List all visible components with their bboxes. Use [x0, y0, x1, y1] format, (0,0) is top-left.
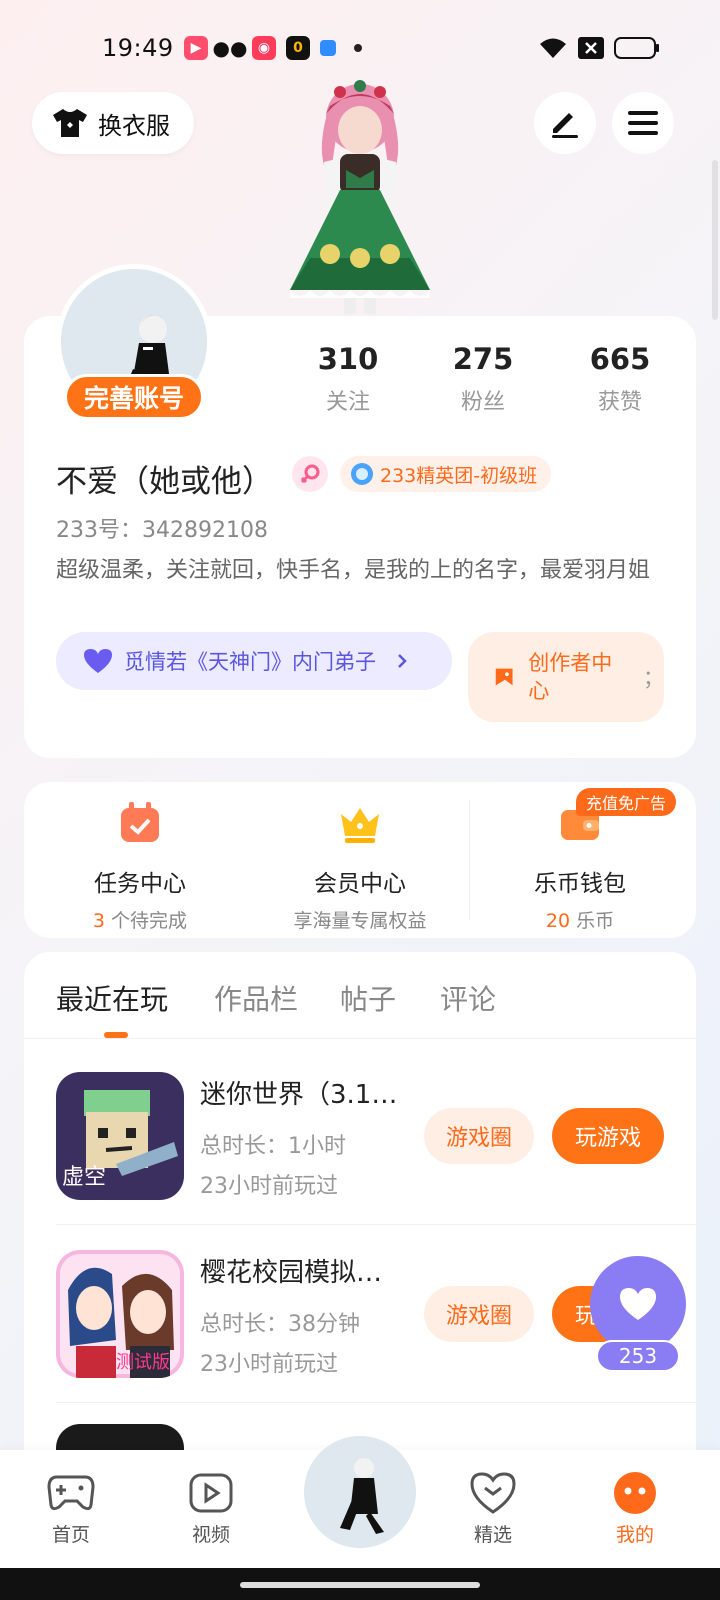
floating-like-button[interactable]	[590, 1256, 686, 1352]
sakura-school-artwork: 测试版	[56, 1250, 184, 1378]
svg-text:测试版: 测试版	[116, 1352, 170, 1373]
nav-video-label: 视频	[191, 1524, 230, 1546]
row-divider	[56, 1224, 696, 1225]
game-last-played: 23小时前玩过	[200, 1352, 338, 1377]
menu-icon	[628, 111, 658, 135]
heart-icon	[620, 1288, 656, 1320]
avatar-figure	[304, 1436, 416, 1548]
edit-button[interactable]	[534, 92, 596, 154]
gender-icon	[292, 456, 328, 492]
notification-icons: ▶ ●● ◉ 0	[184, 36, 362, 60]
followers-label: 粉丝	[460, 390, 505, 415]
game-title: 迷你世界（3.1…	[200, 1080, 398, 1110]
tab-works[interactable]: 作品栏	[214, 978, 298, 1018]
elite-team-badge[interactable]: 233精英团-初级班	[340, 456, 552, 492]
wallet-sub: 20 乐币	[545, 910, 615, 932]
wallet-title: 乐币钱包	[534, 871, 626, 897]
nav-home-label: 首页	[51, 1524, 90, 1546]
floating-like-count: 253	[596, 1340, 680, 1372]
change-outfit-button[interactable]: 换衣服	[32, 92, 194, 154]
user-id: 233号：342892108	[56, 518, 268, 543]
wallet-entry[interactable]: 乐币钱包 20 乐币	[470, 800, 690, 933]
creator-suffix: ；	[643, 666, 664, 690]
stat-following[interactable]: 310 关注	[288, 342, 408, 416]
nav-mine-label: 我的	[615, 1524, 654, 1546]
vip-center-sub: 享海量专属权益	[293, 910, 427, 932]
nav-featured-label: 精选	[473, 1524, 512, 1546]
nav-center-avatar[interactable]	[304, 1436, 416, 1548]
pen-icon	[552, 113, 578, 138]
game-circle-button[interactable]: 游戏圈	[424, 1286, 534, 1342]
elite-badge-label: 233精英团-初级班	[380, 464, 538, 487]
tab-divider	[24, 1038, 696, 1039]
likes-count: 665	[589, 342, 651, 376]
task-center-entry[interactable]: 任务中心 3 个待完成	[30, 800, 250, 933]
game-icon-mini-world[interactable]: 虚空	[56, 1072, 184, 1200]
game-title: 樱花校园模拟…	[200, 1258, 383, 1288]
wechat-icon: ●●	[212, 36, 248, 60]
vip-center-title: 会员中心	[314, 871, 406, 897]
tab-posts[interactable]: 帖子	[340, 978, 396, 1018]
video-icon	[189, 1473, 233, 1513]
row-divider	[56, 1402, 696, 1403]
nav-featured[interactable]: 精选	[448, 1470, 538, 1547]
crown-icon	[341, 808, 379, 843]
vip-center-entry[interactable]: 会员中心 享海量专属权益	[250, 800, 470, 933]
creator-gamepad-icon	[495, 668, 513, 686]
task-center-title: 任务中心	[94, 871, 186, 897]
shop-app-icon: ◉	[252, 36, 276, 60]
game-icon-sakura-school[interactable]: 测试版	[56, 1250, 184, 1378]
chevron-right-icon	[398, 654, 407, 668]
face-icon	[614, 1472, 656, 1514]
nav-video[interactable]: 视频	[166, 1470, 256, 1547]
mini-world-artwork: 虚空	[56, 1072, 184, 1200]
creator-center-label: 创作者中心	[528, 651, 613, 703]
stat-likes[interactable]: 665 获赞	[560, 342, 680, 416]
recharge-ad-free-tag[interactable]: 充值免广告	[576, 788, 677, 816]
status-time: 19:49	[102, 34, 174, 62]
sect-label: 觅情若《天神门》内门弟子	[124, 650, 376, 674]
home-indicator[interactable]	[240, 1582, 480, 1588]
tab-recently-played[interactable]: 最近在玩	[56, 978, 168, 1018]
complete-account-button[interactable]: 完善账号	[64, 374, 204, 420]
nav-mine[interactable]: 我的	[590, 1470, 680, 1547]
game-last-played: 23小时前玩过	[200, 1174, 338, 1199]
followers-count: 275	[452, 342, 514, 376]
svg-text:虚空: 虚空	[62, 1165, 106, 1190]
menu-button[interactable]	[612, 92, 674, 154]
bio: 超级温柔，关注就回，快手名，是我的上的名字，最爱羽月姐	[56, 558, 651, 583]
tshirt-icon	[53, 109, 87, 137]
gamepad-icon	[47, 1475, 95, 1511]
game-duration: 总时长：38分钟	[200, 1312, 360, 1337]
task-center-sub: 3 个待完成	[92, 910, 188, 932]
heart-box-icon	[470, 1472, 516, 1514]
change-outfit-label: 换衣服	[98, 111, 170, 140]
game-duration: 总时长：1小时	[200, 1134, 346, 1159]
system-icons	[538, 36, 660, 60]
play-game-button[interactable]: 玩游戏	[552, 1108, 664, 1164]
status-bar: 19:49 ▶ ●● ◉ 0	[0, 30, 720, 66]
o-app-icon: 0	[286, 36, 310, 60]
stat-followers[interactable]: 275 粉丝	[423, 342, 543, 416]
scrollbar[interactable]	[712, 160, 718, 320]
sect-pill[interactable]: 觅情若《天神门》内门弟子	[56, 632, 452, 690]
blue-app-icon	[320, 40, 336, 56]
no-sim-icon	[578, 37, 604, 59]
creator-center-button[interactable]: 创作者中心 ；	[468, 632, 664, 722]
avatar-character[interactable]	[270, 78, 450, 318]
following-label: 关注	[325, 390, 370, 415]
nav-home[interactable]: 首页	[26, 1470, 116, 1547]
likes-label: 获赞	[597, 390, 642, 415]
game-circle-button[interactable]: 游戏圈	[424, 1108, 534, 1164]
elite-medal-icon	[351, 463, 373, 485]
tab-comments[interactable]: 评论	[440, 978, 496, 1018]
battery-icon	[614, 37, 659, 59]
wifi-icon	[540, 38, 566, 58]
username: 不爱（她或他）	[56, 464, 273, 500]
more-notifications-dot	[354, 44, 362, 52]
purple-heart-icon	[84, 649, 112, 673]
video-app-icon: ▶	[184, 36, 208, 60]
following-count: 310	[317, 342, 379, 376]
calendar-check-icon	[121, 802, 159, 842]
